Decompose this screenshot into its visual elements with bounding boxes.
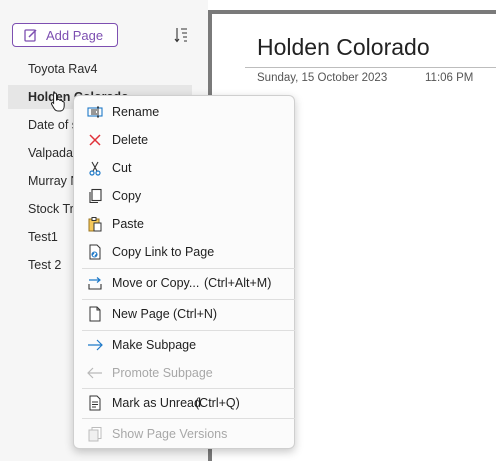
menu-item-new-page[interactable]: New Page (Ctrl+N) [78,300,291,328]
menu-separator [82,418,295,419]
add-page-label: Add Page [46,27,104,43]
menu-item-label: Mark as Unread [112,396,201,410]
menu-item-label: Delete [112,133,149,147]
menu-item-label: Make Subpage [112,338,197,352]
menu-item-label: Paste [112,217,144,231]
menu-item-label: Promote Subpage [112,366,213,380]
copy-icon [89,188,102,204]
sort-icon[interactable] [174,27,188,43]
page-item[interactable]: Toyota Rav4 [8,57,192,81]
menu-item-label: New Page [112,307,170,321]
delete-icon [89,134,101,146]
cut-icon [89,161,101,176]
menu-item-copy-link[interactable]: Copy Link to Page [78,238,291,266]
menu-item-delete[interactable]: Delete [78,126,291,154]
menu-item-show-page-versions: Show Page Versions [78,420,291,448]
menu-item-promote-subpage: Promote Subpage [78,359,291,387]
link-icon [89,244,101,260]
page-date: Sunday, 15 October 2023 [257,72,388,84]
menu-item-shortcut: (Ctrl+N) [173,307,218,321]
add-page-button[interactable]: Add Page [12,23,118,47]
hand-cursor-icon [50,92,65,112]
menu-item-mark-unread[interactable]: Mark as Unread (Ctrl+Q) [78,389,291,417]
page-versions-icon [88,427,102,442]
rename-icon [87,106,103,118]
menu-item-move-or-copy[interactable]: Move or Copy... (Ctrl+Alt+M) [78,269,291,297]
menu-item-cut[interactable]: Cut [78,154,291,182]
menu-item-label: Rename [112,105,160,119]
menu-item-copy[interactable]: Copy [78,182,291,210]
menu-item-label: Copy [112,189,142,203]
move-icon [88,277,102,290]
menu-item-label: Move or Copy... [112,276,200,290]
menu-item-shortcut: (Ctrl+Alt+M) [204,276,272,290]
menu-item-make-subpage[interactable]: Make Subpage [78,331,291,359]
paste-icon [88,217,102,232]
page-title[interactable]: Holden Colorado [257,34,430,61]
unread-icon [89,395,101,411]
menu-item-label: Copy Link to Page [112,245,215,259]
title-divider [245,67,496,68]
page-time: 11:06 PM [425,72,474,84]
arrow-left-icon [87,367,102,379]
menu-item-paste[interactable]: Paste [78,210,291,238]
menu-item-rename[interactable]: Rename [78,98,291,126]
menu-item-shortcut: (Ctrl+Q) [195,396,240,410]
menu-item-label: Cut [112,161,132,175]
context-menu: Rename Delete Cut Copy Paste Copy Link t… [73,95,295,449]
new-page-icon [89,306,101,322]
arrow-right-icon [88,339,103,351]
add-page-icon [24,29,37,42]
menu-item-label: Show Page Versions [112,427,228,441]
